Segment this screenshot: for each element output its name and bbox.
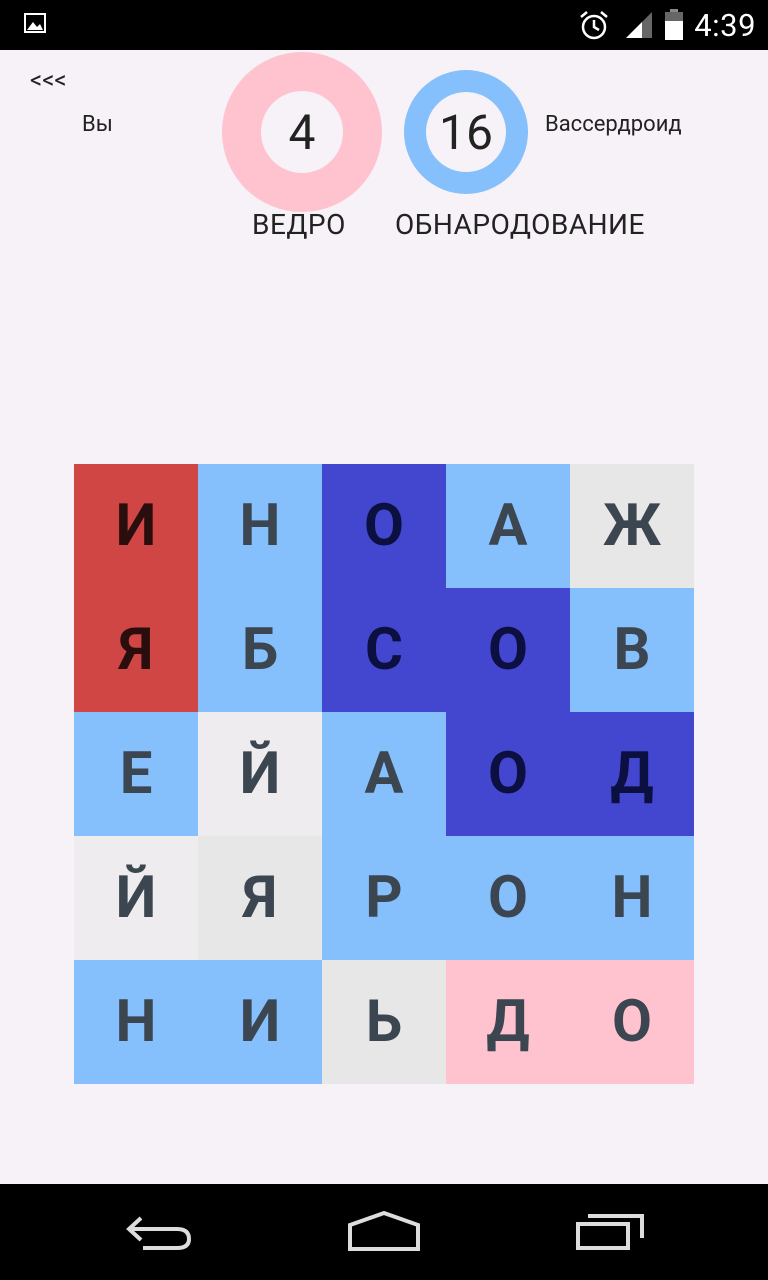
opponent-word: ОБНАРОДОВАНИЕ [395,208,645,241]
you-score: 4 [261,91,343,173]
letter-tile[interactable]: В [570,588,694,712]
letter-tile[interactable]: О [322,464,446,588]
letter-tile[interactable]: Д [446,960,570,1084]
letter-tile[interactable]: С [322,588,446,712]
letter-tile[interactable]: И [74,464,198,588]
letter-tile[interactable]: Я [198,836,322,960]
letter-tile[interactable]: Д [570,712,694,836]
letter-tile[interactable]: О [570,960,694,1084]
letter-tile[interactable]: Н [198,464,322,588]
opponent-score: 16 [426,92,506,172]
back-button[interactable]: <<< [30,66,67,94]
letter-tile[interactable]: О [446,836,570,960]
letter-tile[interactable]: Р [322,836,446,960]
letter-tile[interactable]: Ж [570,464,694,588]
opponent-score-circle: 16 [404,70,528,194]
letter-board: ИНОАЖЯБСОВЕЙАОДЙЯРОННИЬДО [74,464,694,1084]
letter-tile[interactable]: Н [570,836,694,960]
letter-tile[interactable]: А [322,712,446,836]
letter-tile[interactable]: О [446,588,570,712]
back-nav-icon[interactable] [110,1184,210,1280]
alarm-icon [578,9,610,41]
you-word: ВЕДРО [252,208,346,241]
letter-tile[interactable]: Й [74,836,198,960]
gallery-icon [24,13,46,33]
recents-nav-icon[interactable] [560,1184,660,1280]
signal-icon [624,10,654,40]
letter-tile[interactable]: Б [198,588,322,712]
status-bar: 4:39 [0,0,768,50]
battery-icon [664,9,684,41]
letter-tile[interactable]: Й [198,712,322,836]
letter-tile[interactable]: О [446,712,570,836]
status-clock: 4:39 [694,6,756,44]
letter-tile[interactable]: Н [74,960,198,1084]
opponent-label: Вассердроид [545,112,682,137]
letter-tile[interactable]: Ь [322,960,446,1084]
letter-tile[interactable]: Я [74,588,198,712]
letter-tile[interactable]: Е [74,712,198,836]
you-label: Вы [82,112,113,137]
letter-tile[interactable]: И [198,960,322,1084]
navigation-bar [0,1184,768,1280]
you-score-circle: 4 [222,52,382,212]
home-nav-icon[interactable] [334,1184,434,1280]
letter-tile[interactable]: А [446,464,570,588]
